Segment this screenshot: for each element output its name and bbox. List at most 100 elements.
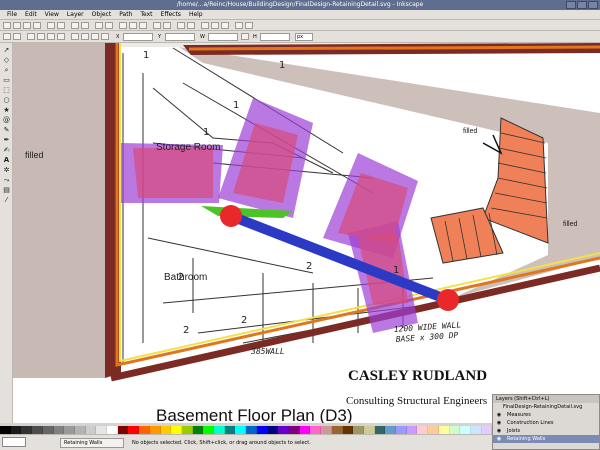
y-field[interactable]	[165, 33, 195, 41]
color-swatch[interactable]	[331, 426, 343, 434]
color-swatch[interactable]	[299, 426, 311, 434]
layer-root[interactable]: FinalDesign-RetainingDetail.svg	[493, 403, 599, 411]
color-swatch[interactable]	[10, 426, 22, 434]
pencil-tool-icon[interactable]: ✎	[2, 126, 11, 135]
gradient-tool-icon[interactable]: ▤	[2, 186, 11, 195]
color-swatch[interactable]	[385, 426, 397, 434]
color-swatch[interactable]	[449, 426, 461, 434]
unit-select[interactable]: px	[295, 33, 313, 41]
color-swatch[interactable]	[117, 426, 129, 434]
current-layer-select[interactable]: Retaining Walls	[60, 438, 124, 448]
menu-layer[interactable]: Layer	[63, 10, 88, 20]
connector-tool-icon[interactable]: ⤳	[2, 176, 11, 185]
spiral-tool-icon[interactable]: @	[2, 116, 11, 125]
color-swatch[interactable]	[0, 426, 11, 434]
rotate-ccw-icon[interactable]	[27, 33, 35, 40]
wall-endpoint-right[interactable]	[437, 289, 459, 311]
color-swatch[interactable]	[470, 426, 482, 434]
color-swatch[interactable]	[42, 426, 54, 434]
color-swatch[interactable]	[396, 426, 407, 434]
color-swatch[interactable]	[278, 426, 289, 434]
color-swatch[interactable]	[224, 426, 236, 434]
redo-icon[interactable]	[81, 22, 89, 29]
menu-file[interactable]: File	[3, 10, 21, 20]
eye-icon[interactable]: ◉	[496, 412, 502, 418]
color-swatch[interactable]	[374, 426, 386, 434]
menu-path[interactable]: Path	[115, 10, 136, 20]
color-swatch[interactable]	[21, 426, 33, 434]
color-swatch[interactable]	[267, 426, 279, 434]
fill-stroke-indicator[interactable]	[2, 437, 26, 447]
rotate-cw-icon[interactable]	[37, 33, 45, 40]
copy-icon[interactable]	[95, 22, 103, 29]
color-swatch[interactable]	[203, 426, 215, 434]
text-font-icon[interactable]	[211, 22, 219, 29]
text-tool-icon[interactable]: A	[2, 156, 11, 165]
color-swatch[interactable]	[181, 426, 193, 434]
align-distribute-icon[interactable]	[235, 22, 243, 29]
layer-row-construction-lines[interactable]: ◉ Construction Lines	[493, 419, 599, 427]
new-document-icon[interactable]	[3, 22, 11, 29]
minimize-button[interactable]	[566, 1, 576, 9]
maximize-button[interactable]	[577, 1, 587, 9]
ungroup-icon[interactable]	[187, 22, 195, 29]
color-swatch[interactable]	[235, 426, 247, 434]
selector-tool-icon[interactable]: ➚	[2, 46, 11, 55]
color-swatch[interactable]	[288, 426, 300, 434]
wall-endpoint-left[interactable]	[220, 205, 242, 227]
spray-tool-icon[interactable]: ✲	[2, 166, 11, 175]
h-field[interactable]	[260, 33, 290, 41]
print-icon[interactable]	[33, 22, 41, 29]
color-swatch[interactable]	[64, 426, 75, 434]
color-swatch[interactable]	[53, 426, 65, 434]
menu-effects[interactable]: Effects	[157, 10, 185, 20]
color-swatch[interactable]	[363, 426, 375, 434]
lock-ratio-icon[interactable]	[241, 33, 249, 40]
color-swatch[interactable]	[342, 426, 354, 434]
clone-icon[interactable]	[163, 22, 171, 29]
w-field[interactable]	[208, 33, 238, 41]
raise-icon[interactable]	[81, 33, 89, 40]
lower-icon[interactable]	[91, 33, 99, 40]
star-tool-icon[interactable]: ★	[2, 106, 11, 115]
color-swatch[interactable]	[321, 426, 332, 434]
zoom-tool-icon[interactable]: ⌕	[2, 66, 11, 75]
menu-text[interactable]: Text	[136, 10, 156, 20]
x-field[interactable]	[123, 33, 153, 41]
color-swatch[interactable]	[214, 426, 225, 434]
color-swatch[interactable]	[128, 426, 140, 434]
dropper-tool-icon[interactable]: ⁄	[2, 196, 11, 205]
drawing-canvas[interactable]: 1 1 1 2 2 2 1 1 2 Storage Room Bathroom …	[13, 43, 600, 423]
group-icon[interactable]	[177, 22, 185, 29]
export-icon[interactable]	[57, 22, 65, 29]
color-swatch[interactable]	[406, 426, 418, 434]
raise-to-top-icon[interactable]	[71, 33, 79, 40]
menu-edit[interactable]: Edit	[21, 10, 41, 20]
undo-icon[interactable]	[71, 22, 79, 29]
layer-row-joists[interactable]: ◉ Joists	[493, 427, 599, 435]
select-all-icon[interactable]	[3, 33, 11, 40]
color-swatch[interactable]	[310, 426, 322, 434]
select-all-layers-icon[interactable]	[13, 33, 21, 40]
color-swatch[interactable]	[85, 426, 97, 434]
eye-icon[interactable]: ◉	[496, 428, 502, 434]
color-swatch[interactable]	[481, 426, 493, 434]
menu-help[interactable]: Help	[185, 10, 207, 20]
color-swatch[interactable]	[32, 426, 43, 434]
color-swatch[interactable]	[107, 426, 118, 434]
menu-view[interactable]: View	[41, 10, 63, 20]
zoom-drawing-icon[interactable]	[129, 22, 137, 29]
eye-icon[interactable]: ◉	[496, 436, 502, 442]
import-icon[interactable]	[47, 22, 55, 29]
save-icon[interactable]	[23, 22, 31, 29]
flip-horizontal-icon[interactable]	[47, 33, 55, 40]
color-swatch[interactable]	[96, 426, 108, 434]
color-swatch[interactable]	[353, 426, 364, 434]
color-swatch[interactable]	[74, 426, 86, 434]
flip-vertical-icon[interactable]	[57, 33, 65, 40]
layer-row-retaining-walls[interactable]: ◉ Retaining Walls	[493, 435, 599, 443]
lower-to-bottom-icon[interactable]	[101, 33, 109, 40]
open-icon[interactable]	[13, 22, 21, 29]
close-button[interactable]	[588, 1, 598, 9]
ellipse-tool-icon[interactable]: ○	[2, 96, 11, 105]
